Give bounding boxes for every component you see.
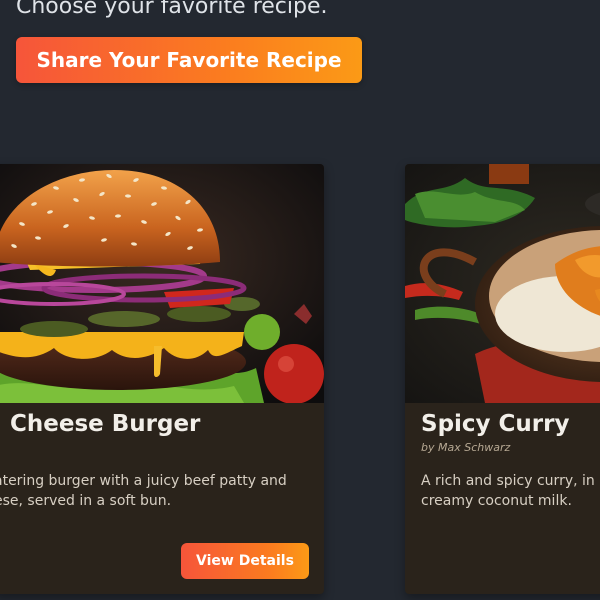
recipe-card-cheese-burger[interactable]: Cheese Burger atering burger with a juic… (0, 164, 324, 594)
recipes-page: Choose your favorite recipe. Share Your … (0, 0, 600, 600)
share-recipe-button[interactable]: Share Your Favorite Recipe (16, 37, 362, 83)
recipe-description-line: ese, served in a soft bun. (0, 493, 172, 509)
recipe-title: Spicy Curry (421, 411, 570, 437)
page-subtitle: Choose your favorite recipe. (16, 0, 328, 19)
recipe-description: A rich and spicy curry, in creamy coconu… (421, 471, 600, 511)
cheese-burger-image (0, 164, 324, 403)
recipe-description: atering burger with a juicy beef patty a… (0, 471, 314, 511)
recipe-description-line: atering burger with a juicy beef patty a… (0, 473, 287, 489)
recipe-title: Cheese Burger (10, 411, 201, 437)
recipe-card-spicy-curry[interactable]: Spicy Curry by Max Schwarz A rich and sp… (405, 164, 600, 594)
recipe-description-line: A rich and spicy curry, in (421, 473, 595, 489)
view-details-button[interactable]: View Details (181, 543, 309, 579)
recipe-author: by Max Schwarz (421, 441, 511, 454)
spicy-curry-image (405, 164, 600, 403)
recipe-description-line: creamy coconut milk. (421, 493, 572, 509)
